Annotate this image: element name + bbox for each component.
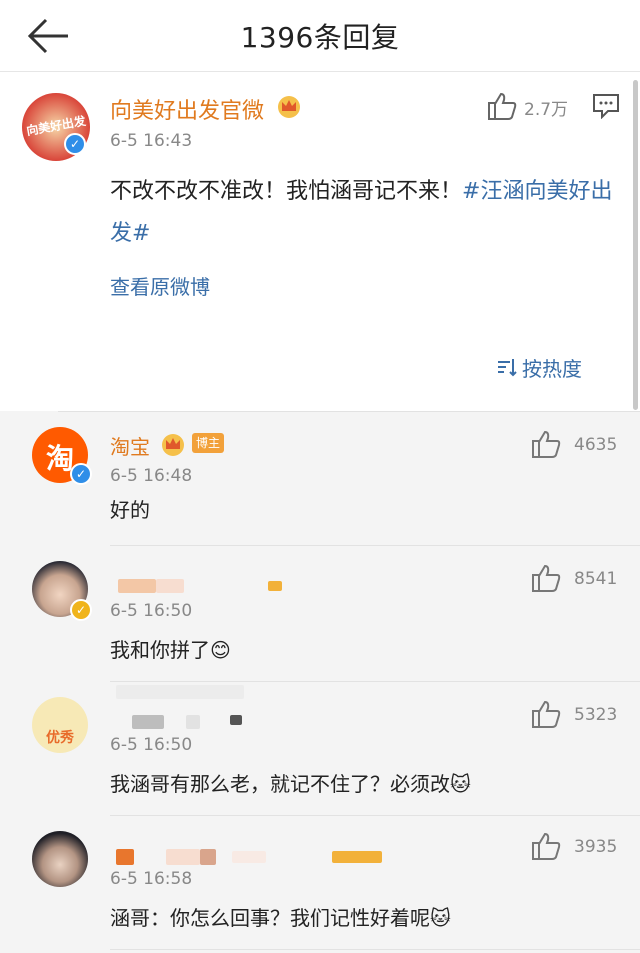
page-title: 1396条回复	[240, 21, 400, 54]
post-content: 不改不改不准改！我怕涵哥记不来！#汪涵向美好出发#	[110, 171, 615, 255]
redacted-username	[116, 849, 134, 865]
comment-like-count: 8541	[574, 569, 618, 589]
divider	[110, 681, 640, 682]
comment-like-count: 5323	[574, 705, 618, 725]
sort-by-hot-button[interactable]: 按热度	[522, 353, 582, 382]
comment-list: 淘 ✓ 淘宝 博主 6-5 16:48 4635 好的 ✓ 6-5 16:50 …	[0, 411, 640, 953]
crown-icon	[160, 431, 186, 457]
divider	[110, 545, 640, 546]
like-icon[interactable]	[530, 429, 562, 459]
comment-like-count: 3935	[574, 837, 618, 857]
sort-icon[interactable]	[496, 356, 518, 378]
redacted-username	[186, 715, 200, 729]
redacted-username	[118, 579, 156, 593]
divider	[58, 411, 640, 412]
comment-time: 6-5 16:48	[110, 466, 193, 486]
blogger-badge: 博主	[192, 433, 225, 453]
redacted-username	[230, 715, 242, 725]
comment-time: 6-5 16:58	[110, 869, 193, 889]
like-icon[interactable]	[530, 699, 562, 729]
comment-text: 我和你拼了😊	[110, 638, 231, 662]
verified-icon: ✓	[64, 133, 86, 155]
verified-icon: ✓	[70, 599, 92, 621]
avatar-logo-text: 优秀	[46, 730, 74, 746]
redacted-username	[200, 849, 216, 865]
divider	[110, 949, 640, 950]
comment-time: 6-5 16:50	[110, 735, 193, 755]
verified-icon: ✓	[70, 463, 92, 485]
like-icon[interactable]	[530, 563, 562, 593]
crown-icon	[276, 93, 302, 119]
redacted-username	[132, 715, 164, 729]
redacted-username	[332, 851, 382, 863]
comment-like-count: 4635	[574, 435, 618, 455]
comment-icon[interactable]	[592, 93, 620, 120]
comment-avatar[interactable]: 优秀	[32, 697, 88, 753]
post-like-count: 2.7万	[524, 100, 569, 120]
comment-text: 涵哥：你怎么回事？我们记性好着呢🐱	[110, 906, 451, 930]
comment-text: 好的	[110, 498, 150, 522]
redacted-username	[156, 579, 184, 593]
like-icon[interactable]	[530, 831, 562, 861]
post-text: 不改不改不准改！我怕涵哥记不来！	[110, 179, 463, 204]
redacted-username	[116, 685, 244, 699]
comment-author-name[interactable]: 淘宝	[110, 431, 150, 460]
comment-time: 6-5 16:50	[110, 601, 193, 621]
post-time: 6-5 16:43	[110, 131, 193, 151]
like-icon[interactable]	[486, 91, 518, 121]
top-bar: 1396条回复	[0, 0, 640, 72]
scrollbar[interactable]	[633, 80, 638, 410]
original-post: 向美好出发 ✓ 向美好出发官微 6-5 16:43 2.7万 不改不改不准改！我…	[0, 73, 640, 411]
redacted-username	[232, 851, 266, 863]
comment-avatar[interactable]	[32, 831, 88, 887]
divider	[110, 815, 640, 816]
view-original-link[interactable]: 查看原微博	[110, 271, 210, 300]
redacted-username	[166, 849, 200, 865]
redacted-username	[268, 581, 282, 591]
comment-text: 我涵哥有那么老，就记不住了？必须改🐱	[110, 772, 471, 796]
post-author-name[interactable]: 向美好出发官微	[110, 93, 264, 125]
